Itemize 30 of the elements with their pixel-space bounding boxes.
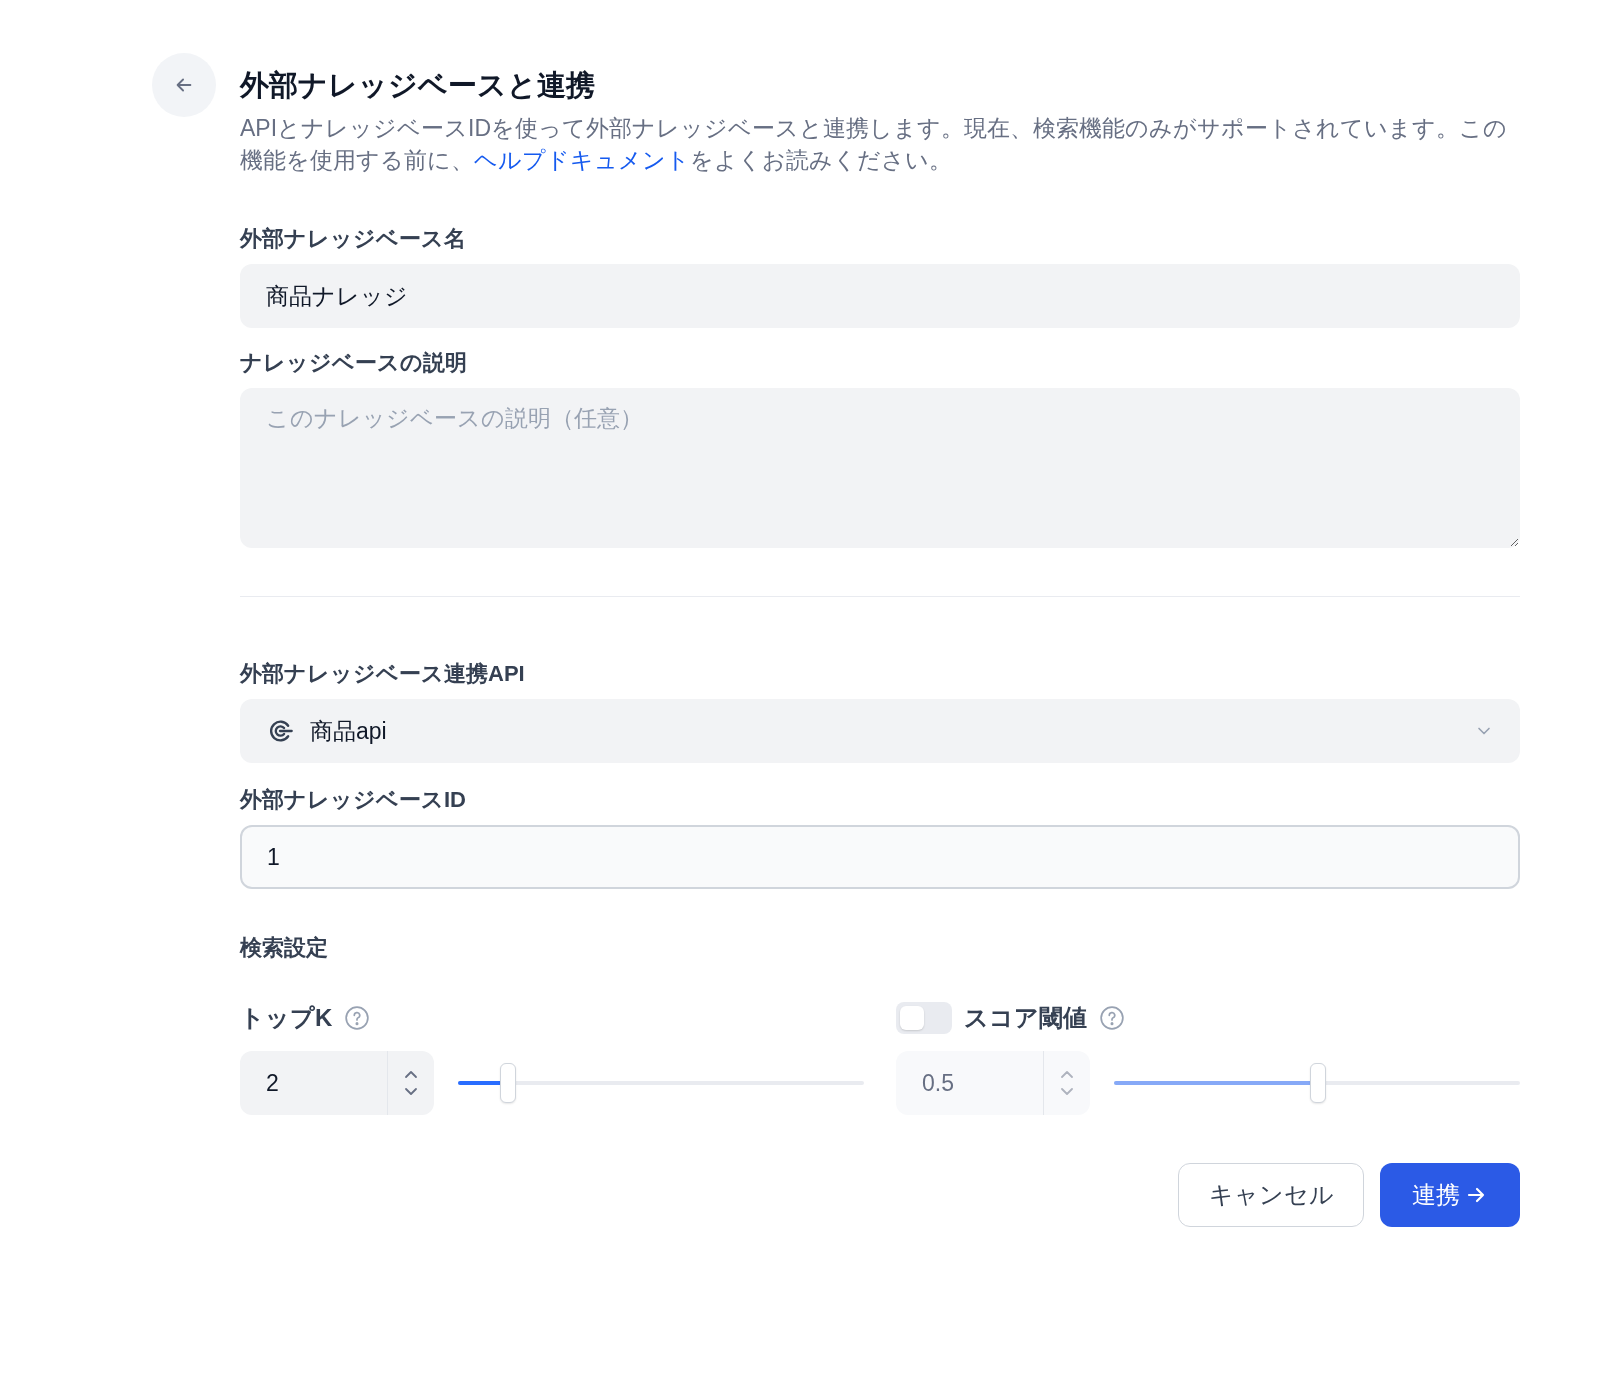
increment-icon[interactable] bbox=[1059, 1068, 1075, 1080]
id-input-field[interactable]: 1 bbox=[240, 825, 1520, 889]
page-title: 外部ナレッジベースと連携 bbox=[240, 68, 596, 103]
decrement-icon[interactable] bbox=[1059, 1086, 1075, 1098]
number-input[interactable]: 2 bbox=[240, 1051, 434, 1115]
cancel-button[interactable]: キャンセル bbox=[1178, 1163, 1364, 1227]
help-link[interactable]: ヘルプドキュメント bbox=[474, 147, 690, 173]
section-title: 検索設定 bbox=[240, 934, 329, 962]
setting-label: スコア閾値 bbox=[964, 1003, 1087, 1033]
help-icon bbox=[1099, 1005, 1125, 1031]
field-label: 外部ナレッジベース連携API bbox=[240, 660, 526, 688]
setting-label: トップK bbox=[240, 1003, 333, 1033]
field-label: ナレッジベースの説明 bbox=[240, 349, 468, 377]
name-input-field[interactable]: 商品ナレッジ bbox=[240, 264, 1520, 328]
description-text-area[interactable]: このナレッジベースの説明（任意） bbox=[240, 388, 1520, 548]
select-value: 商品api bbox=[310, 716, 388, 746]
field-label: 外部ナレッジベースID bbox=[240, 786, 467, 814]
toggle-switch[interactable] bbox=[896, 1002, 952, 1034]
number-value: 0.5 bbox=[921, 1068, 955, 1098]
number-input[interactable]: 0.5 bbox=[896, 1051, 1090, 1115]
increment-icon[interactable] bbox=[403, 1068, 419, 1080]
connect-button[interactable]: 連携 bbox=[1380, 1163, 1520, 1227]
api-select[interactable]: 商品api bbox=[240, 699, 1520, 763]
number-value: 2 bbox=[265, 1068, 280, 1098]
slider-thumb[interactable] bbox=[499, 1063, 516, 1103]
slider-thumb[interactable] bbox=[1310, 1063, 1326, 1103]
help-icon bbox=[344, 1005, 371, 1031]
field-label: 外部ナレッジベース名 bbox=[240, 225, 467, 253]
page-description: APIとナレッジベースIDを使って外部ナレッジベースと連携します。現在、検索機能のみがサポートされています。この機能を使用する前に、ヘルプドキュメント をよくお読みください。 bbox=[240, 114, 1509, 175]
decrement-icon[interactable] bbox=[403, 1086, 419, 1098]
